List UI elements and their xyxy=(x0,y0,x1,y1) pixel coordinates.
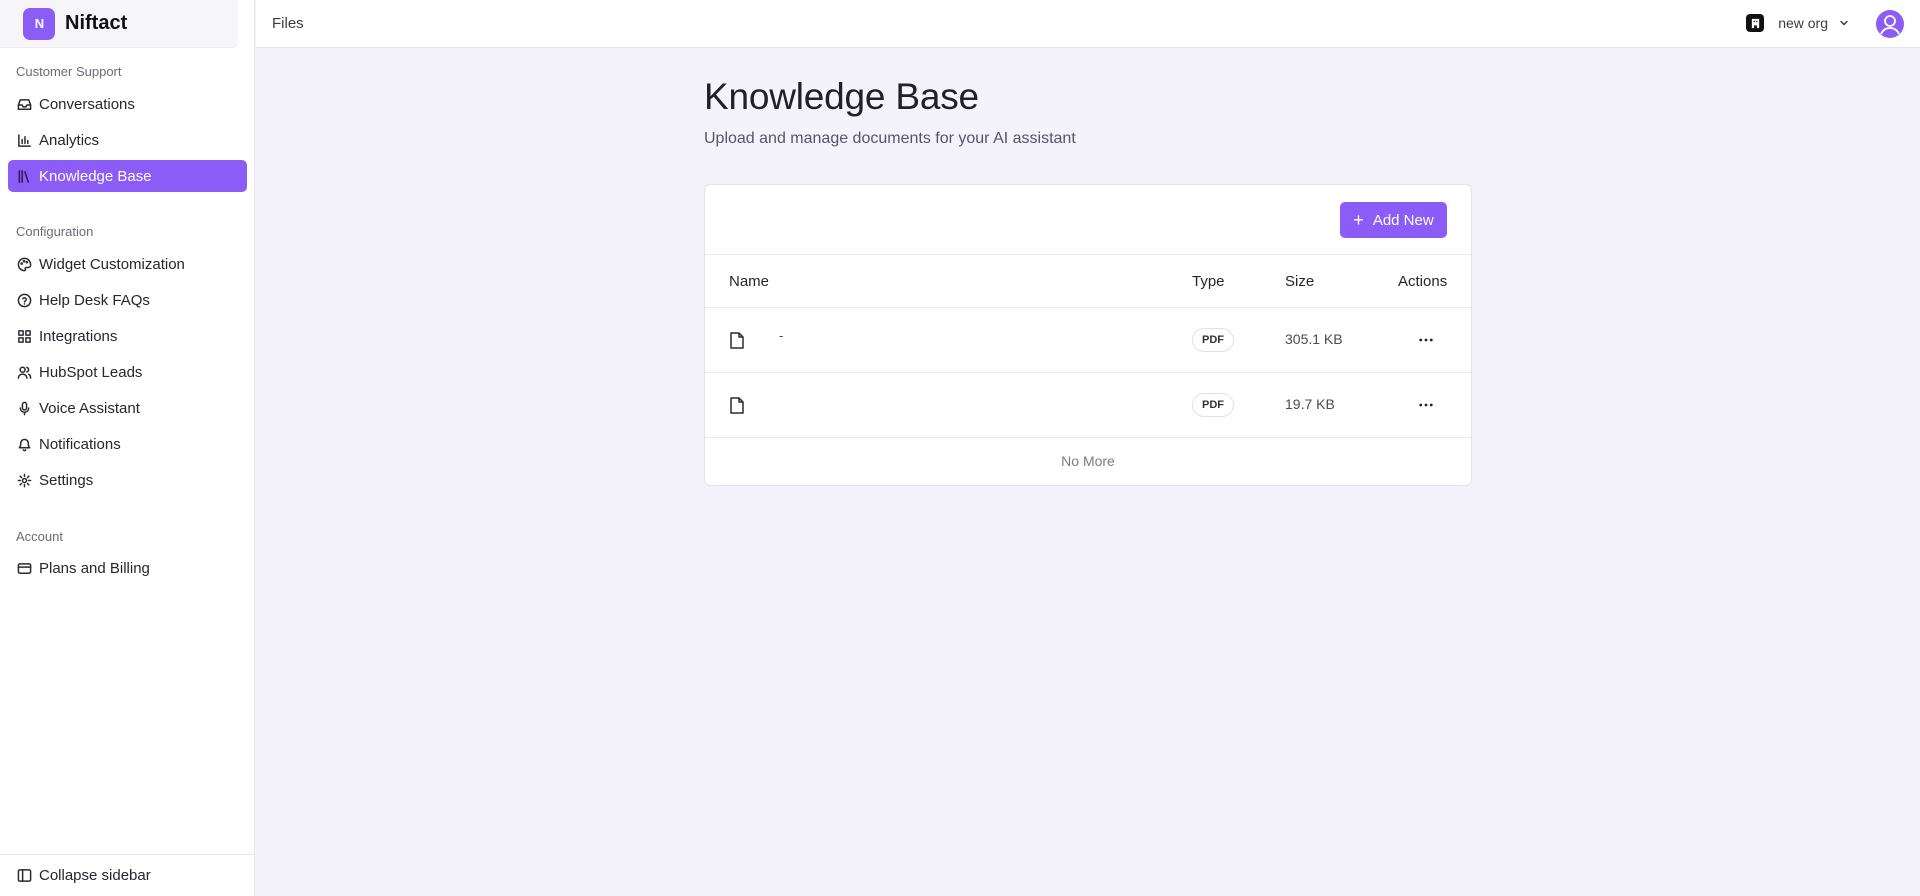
sidebar-item-label: HubSpot Leads xyxy=(39,363,143,381)
collapse-sidebar-label: Collapse sidebar xyxy=(39,866,151,884)
sidebar-item-knowledge-base[interactable]: Knowledge Base xyxy=(8,160,247,192)
table-row[interactable]: PDF 19.7 KB xyxy=(705,373,1471,438)
sidebar-item-label: Integrations xyxy=(39,327,118,345)
library-icon xyxy=(17,169,32,184)
sidebar-item-label: Analytics xyxy=(39,131,100,149)
sidebar-item-analytics[interactable]: Analytics xyxy=(8,124,247,156)
sidebar-item-help-desk-faqs[interactable]: Help Desk FAQs xyxy=(8,284,247,316)
credit-card-icon xyxy=(17,561,32,576)
grid-icon xyxy=(17,329,32,344)
org-switcher[interactable]: new org xyxy=(1746,14,1850,32)
file-type-badge: PDF xyxy=(1192,328,1234,352)
add-new-label: Add New xyxy=(1372,211,1434,229)
more-horizontal-icon xyxy=(1419,403,1433,407)
column-header-name: Name xyxy=(729,273,770,290)
file-name[interactable]: - xyxy=(779,328,783,343)
page-subtitle: Upload and manage documents for your AI … xyxy=(704,130,1076,147)
table-row[interactable]: - PDF 305.1 KB xyxy=(705,308,1471,373)
files-card: + Add New Name Type Size Actions - PDF 3… xyxy=(704,184,1472,486)
brand-name: Niftact xyxy=(65,12,128,34)
sidebar-footer: Collapse sidebar xyxy=(0,854,254,896)
plus-icon: + xyxy=(1353,210,1364,230)
gear-icon xyxy=(17,473,32,488)
sidebar-item-voice-assistant[interactable]: Voice Assistant xyxy=(8,392,247,424)
brand[interactable]: N Niftact xyxy=(0,0,238,48)
org-icon xyxy=(1746,14,1765,32)
sidebar-item-plans-and-billing[interactable]: Plans and Billing xyxy=(8,552,247,584)
avatar[interactable] xyxy=(1876,10,1904,38)
sidebar-item-label: Voice Assistant xyxy=(39,399,140,417)
sidebar-item-label: Knowledge Base xyxy=(39,167,152,185)
sidebar-item-label: Notifications xyxy=(39,435,121,453)
sidebar-item-integrations[interactable]: Integrations xyxy=(8,320,247,352)
panel-left-icon xyxy=(17,868,32,883)
sidebar-item-label: Widget Customization xyxy=(39,255,185,273)
column-header-size: Size xyxy=(1285,273,1315,290)
section-label-account: Account xyxy=(16,529,63,544)
bar-chart-icon xyxy=(17,133,32,148)
chevron-down-icon xyxy=(1840,20,1848,26)
page-title: Knowledge Base xyxy=(704,76,979,117)
bell-icon xyxy=(17,437,32,452)
sidebar-item-label: Help Desk FAQs xyxy=(39,291,150,309)
section-label-customer-support: Customer Support xyxy=(16,64,122,79)
sidebar-item-label: Conversations xyxy=(39,95,135,113)
table-header: Name Type Size Actions xyxy=(705,255,1471,308)
row-actions-button[interactable] xyxy=(1415,395,1437,415)
palette-icon xyxy=(17,257,32,272)
brand-logo: N xyxy=(23,7,55,40)
sidebar: N Niftact Customer Support Conversations… xyxy=(0,0,255,896)
sidebar-item-widget-customization[interactable]: Widget Customization xyxy=(8,248,247,280)
help-circle-icon xyxy=(17,293,32,308)
file-icon xyxy=(730,397,744,414)
add-new-button[interactable]: + Add New xyxy=(1340,202,1447,238)
brand-logo-text: N xyxy=(34,16,44,31)
column-header-actions: Actions xyxy=(1398,273,1448,290)
users-icon xyxy=(17,365,32,380)
sidebar-item-notifications[interactable]: Notifications xyxy=(8,428,247,460)
file-icon xyxy=(730,332,744,349)
section-label-configuration: Configuration xyxy=(16,224,94,239)
file-type-badge: PDF xyxy=(1192,393,1234,417)
list-end-message: No More xyxy=(1061,453,1115,469)
card-toolbar: + Add New xyxy=(705,185,1471,255)
column-header-type: Type xyxy=(1192,273,1225,290)
inbox-icon xyxy=(17,97,32,112)
mic-icon xyxy=(17,401,32,416)
topbar: Files new org xyxy=(256,0,1920,48)
sidebar-item-conversations[interactable]: Conversations xyxy=(8,88,247,120)
collapse-sidebar-button[interactable]: Collapse sidebar xyxy=(8,859,247,891)
sidebar-item-label: Settings xyxy=(39,471,94,489)
row-actions-button[interactable] xyxy=(1415,330,1437,350)
more-horizontal-icon xyxy=(1419,338,1433,342)
sidebar-item-hubspot-leads[interactable]: HubSpot Leads xyxy=(8,356,247,388)
file-size: 19.7 KB xyxy=(1285,396,1335,412)
file-size: 305.1 KB xyxy=(1285,331,1343,347)
sidebar-item-settings[interactable]: Settings xyxy=(8,464,247,496)
breadcrumb[interactable]: Files xyxy=(272,15,304,32)
user-icon xyxy=(1880,15,1900,35)
sidebar-item-label: Plans and Billing xyxy=(39,559,150,577)
org-name: new org xyxy=(1778,15,1828,31)
